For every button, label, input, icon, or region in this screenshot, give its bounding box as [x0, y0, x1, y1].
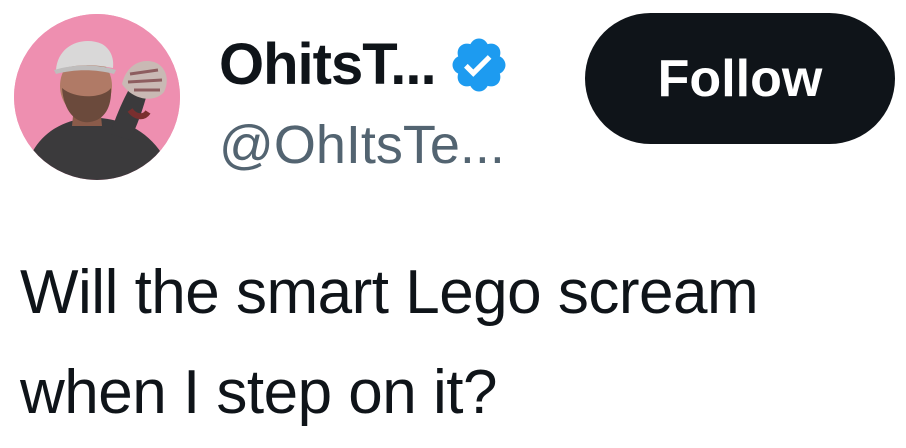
name-row: OhitsT... — [219, 30, 510, 100]
avatar-photo — [14, 14, 180, 180]
follow-button[interactable]: Follow — [585, 13, 895, 144]
tweet-text-line: when I step on it? — [20, 358, 497, 427]
tweet-text-line: Will the smart Lego scream — [20, 258, 759, 327]
user-info: OhitsT... @OhItsTe... — [219, 20, 569, 180]
display-name[interactable]: OhitsT... — [219, 30, 437, 100]
avatar[interactable] — [14, 14, 180, 180]
user-handle[interactable]: @OhItsTe... — [219, 112, 505, 178]
verified-badge-icon — [448, 34, 510, 96]
tweet-card: OhitsT... @OhItsTe... Follow Will the sm… — [0, 0, 906, 448]
tweet-text: Will the smart Lego scream when I step o… — [20, 243, 900, 443]
